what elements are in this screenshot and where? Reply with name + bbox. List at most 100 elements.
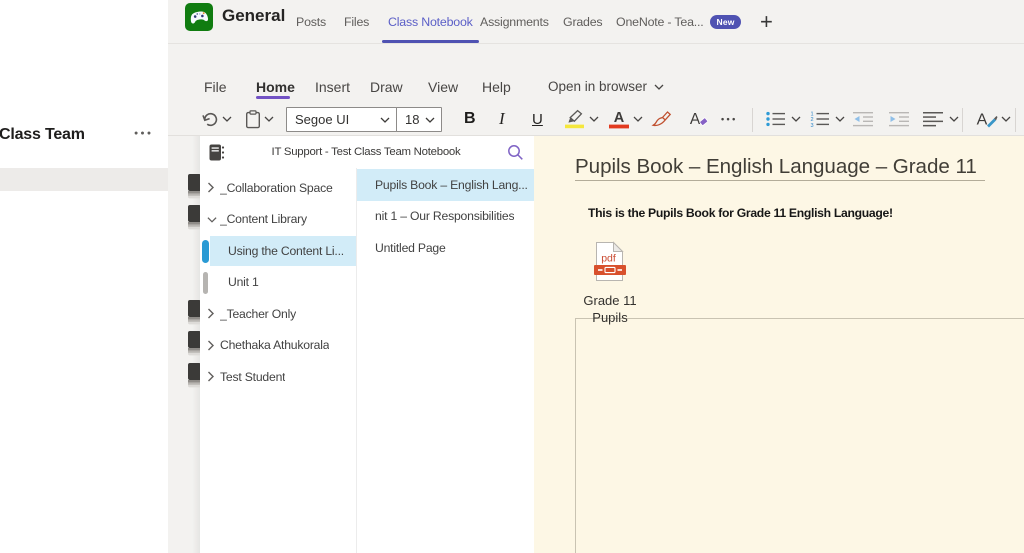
main-area: General Posts Files Class Notebook Assig…: [168, 0, 1024, 553]
menu-help[interactable]: Help: [482, 76, 511, 98]
team-name: Class Team: [0, 126, 85, 144]
more-commands-button[interactable]: •••: [721, 105, 738, 133]
svg-text:pdf: pdf: [601, 253, 616, 265]
undo-icon: [202, 111, 219, 128]
open-in-browser-button[interactable]: Open in browser: [548, 76, 664, 98]
font-color-icon: A: [608, 109, 630, 129]
numbering-dropdown[interactable]: [835, 105, 845, 133]
page-title[interactable]: Pupils Book – English Language – Grade 1…: [575, 156, 985, 181]
font-color-button[interactable]: A: [608, 105, 630, 133]
add-tab-button[interactable]: +: [760, 9, 773, 35]
menu-draw[interactable]: Draw: [370, 76, 403, 98]
section-unit-1[interactable]: Unit 1: [200, 267, 356, 299]
notebook-header: IT Support - Test Class Team Notebook: [200, 136, 534, 168]
chevron-down-icon: [222, 116, 232, 122]
teams-sidebar: Class Team ●●●: [0, 0, 168, 553]
increase-indent-icon: [888, 111, 910, 127]
notebook-icon: [209, 144, 225, 161]
paste-button[interactable]: [245, 105, 261, 133]
team-more-icon[interactable]: ●●●: [134, 130, 153, 137]
content-outline-box[interactable]: [575, 318, 1024, 553]
new-badge: New: [710, 15, 741, 29]
tab-files[interactable]: Files: [338, 0, 375, 44]
format-painter-button[interactable]: [651, 105, 672, 133]
menu-insert[interactable]: Insert: [315, 76, 350, 98]
channel-header: General Posts Files Class Notebook Assig…: [168, 0, 1024, 44]
styles-button[interactable]: A: [974, 105, 998, 133]
svg-text:A: A: [977, 112, 988, 129]
attachment-caption: Grade 11 Pupils: [562, 292, 658, 326]
section-using-the-content-library[interactable]: Using the Content Li...: [200, 235, 356, 267]
menu-view[interactable]: View: [428, 76, 458, 98]
bullets-button[interactable]: [765, 105, 786, 133]
selected-channel-row[interactable]: [0, 168, 168, 191]
tab-onenote[interactable]: OneNote - Tea...: [610, 0, 709, 44]
styles-icon: A: [974, 109, 998, 129]
font-color-dropdown[interactable]: [633, 105, 643, 133]
tab-assignments[interactable]: Assignments: [474, 0, 555, 44]
undo-dropdown[interactable]: [222, 105, 232, 133]
decrease-indent-button[interactable]: [852, 105, 874, 133]
numbered-list-icon: 1 2 3: [809, 110, 830, 128]
page-unit-1-our-responsibilities[interactable]: nit 1 – Our Responsibilities: [357, 201, 534, 233]
clear-format-button[interactable]: A: [687, 105, 711, 133]
highlight-dropdown[interactable]: [589, 105, 599, 133]
pdf-attachment[interactable]: pdf Grade 11 Pupils: [562, 241, 658, 326]
onenote-ribbon: File Home Insert Draw View Help Open in …: [168, 45, 1024, 136]
alignment-dropdown[interactable]: [949, 105, 959, 133]
styles-dropdown[interactable]: [1001, 105, 1011, 133]
pdf-file-icon: pdf: [594, 241, 626, 283]
tab-class-notebook[interactable]: Class Notebook: [382, 0, 479, 44]
search-icon[interactable]: [507, 144, 524, 161]
tab-grades[interactable]: Grades: [557, 0, 608, 44]
menu-home[interactable]: Home: [256, 76, 295, 98]
section-group-test-student[interactable]: Test Student: [200, 361, 356, 393]
notebook-title: IT Support - Test Class Team Notebook: [225, 146, 507, 158]
chevron-down-icon: [425, 117, 435, 123]
font-name-select[interactable]: Segoe UI: [286, 107, 397, 132]
section-pane: _Collaboration Space _Content Library Us…: [200, 168, 356, 553]
font-size-select[interactable]: 18: [396, 107, 442, 132]
page-pane: Pupils Book – English Lang... nit 1 – Ou…: [356, 168, 534, 553]
align-icon: [922, 111, 944, 127]
toolbar-divider: [1015, 108, 1016, 132]
chevron-right-icon: [207, 182, 217, 193]
highlighter-icon: [564, 109, 585, 129]
underline-button[interactable]: U: [532, 105, 543, 133]
chevron-down-icon: [589, 116, 599, 122]
toolbar-divider: [962, 108, 963, 132]
section-color-bar: [202, 240, 209, 263]
italic-button[interactable]: I: [499, 105, 505, 133]
bullet-list-icon: [765, 110, 786, 128]
chevron-right-icon: [207, 308, 217, 319]
chevron-down-icon: [380, 117, 390, 123]
section-color-bar: [203, 272, 208, 294]
active-tab-underline: [382, 40, 479, 43]
section-group-teacher-only[interactable]: _Teacher Only: [200, 298, 356, 330]
section-group-collaboration-space[interactable]: _Collaboration Space: [200, 172, 356, 204]
active-menu-underline: [256, 96, 290, 99]
svg-text:A: A: [614, 110, 625, 126]
chevron-down-icon: [791, 116, 801, 122]
increase-indent-button[interactable]: [888, 105, 910, 133]
chevron-down-icon: [207, 216, 217, 223]
paste-dropdown[interactable]: [264, 105, 274, 133]
tab-posts[interactable]: Posts: [290, 0, 332, 44]
bold-button[interactable]: B: [464, 105, 476, 133]
bullets-dropdown[interactable]: [791, 105, 801, 133]
numbering-button[interactable]: 1 2 3: [809, 105, 830, 133]
undo-button[interactable]: [202, 105, 219, 133]
alignment-button[interactable]: [922, 105, 944, 133]
page-body-text[interactable]: This is the Pupils Book for Grade 11 Eng…: [588, 206, 893, 220]
menu-file[interactable]: File: [204, 76, 227, 98]
svg-text:3: 3: [810, 123, 813, 128]
page-pupils-book[interactable]: Pupils Book – English Lang...: [357, 169, 534, 201]
page-content: Pupils Book – English Language – Grade 1…: [534, 136, 1024, 553]
section-group-chethaka-athukorala[interactable]: Chethaka Athukorala: [200, 330, 356, 362]
section-group-content-library[interactable]: _Content Library: [200, 204, 356, 236]
chevron-down-icon: [633, 116, 643, 122]
highlight-button[interactable]: [564, 105, 585, 133]
toolbar-divider: [752, 108, 753, 132]
chevron-right-icon: [207, 371, 217, 382]
page-untitled[interactable]: Untitled Page: [357, 232, 534, 264]
